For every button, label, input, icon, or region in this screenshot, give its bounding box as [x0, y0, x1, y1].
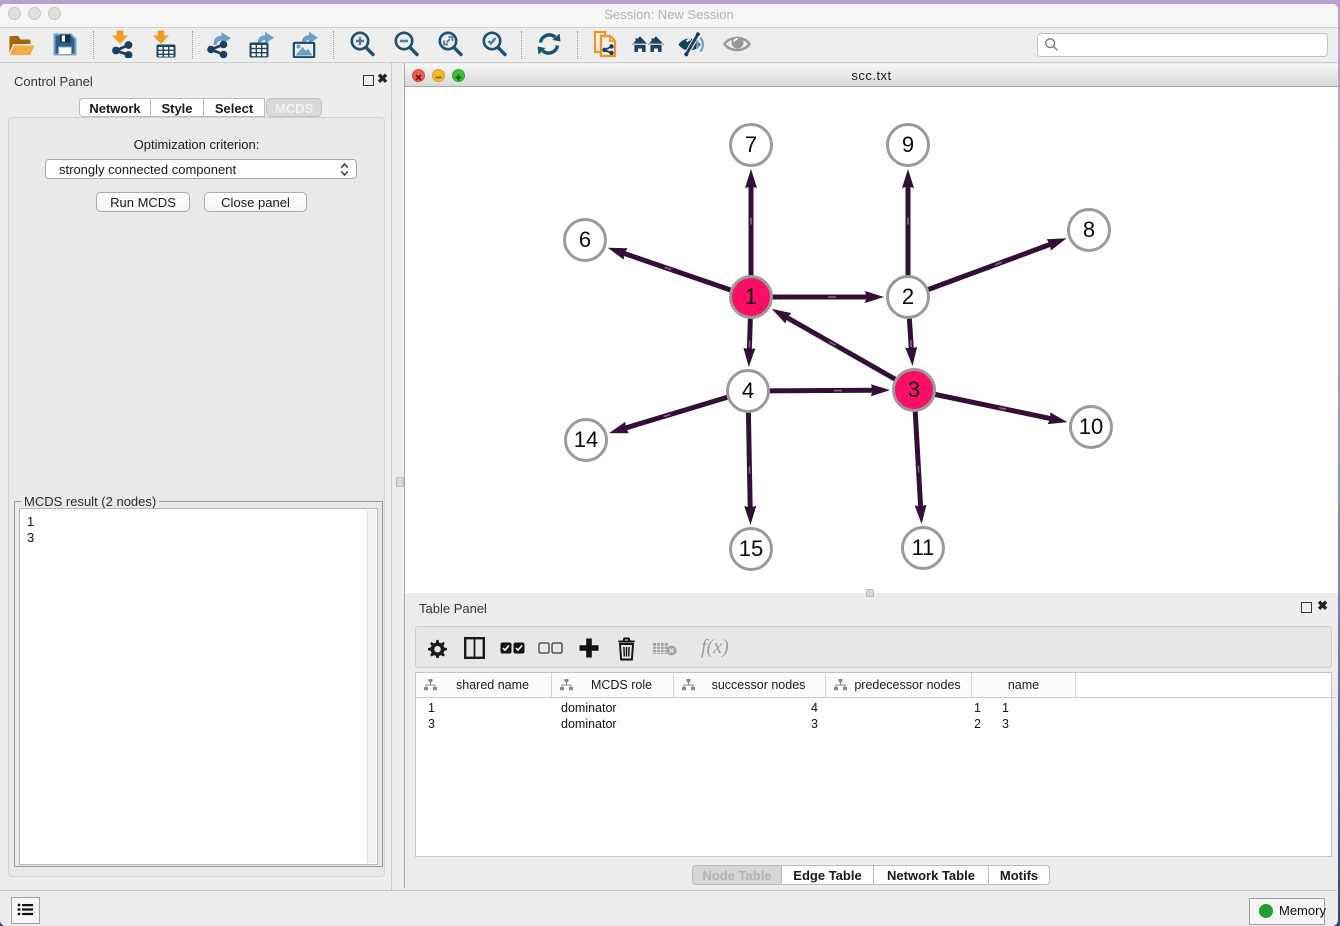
svg-text:6: 6 — [579, 227, 591, 252]
svg-text:2: 2 — [902, 284, 914, 309]
svg-text:10: 10 — [1079, 414, 1103, 439]
svg-text:8: 8 — [1083, 217, 1095, 242]
svg-text:4: 4 — [742, 378, 754, 403]
svg-text:1: 1 — [745, 284, 757, 309]
svg-text:15: 15 — [739, 536, 763, 561]
svg-text:3: 3 — [908, 377, 920, 402]
svg-text:9: 9 — [902, 132, 914, 157]
svg-text:11: 11 — [912, 535, 935, 560]
svg-text:7: 7 — [745, 132, 757, 157]
svg-text:14: 14 — [574, 427, 598, 452]
